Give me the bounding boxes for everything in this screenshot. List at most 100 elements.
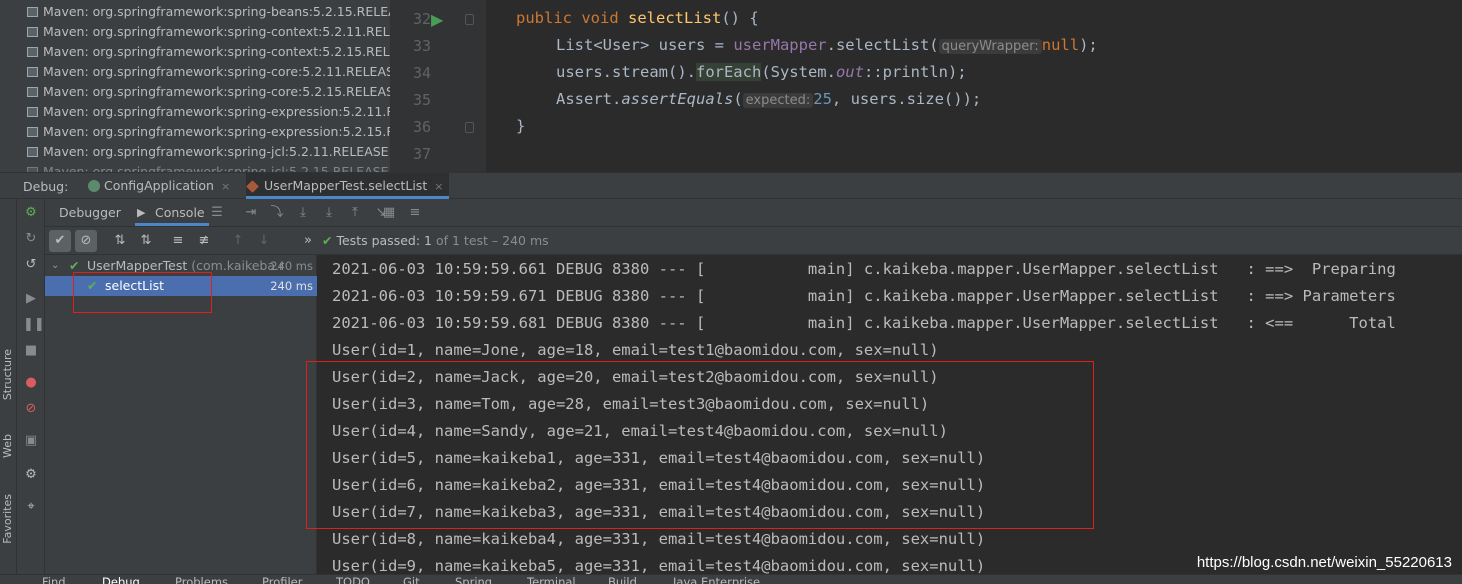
camera-icon[interactable]: ▣ — [23, 433, 39, 449]
close-icon[interactable]: × — [434, 180, 443, 193]
force-step-into-icon[interactable]: ⤓ — [321, 205, 337, 221]
close-icon[interactable]: × — [221, 180, 230, 193]
library-icon — [27, 87, 38, 97]
step-into-icon[interactable]: ⤓ — [295, 205, 311, 221]
library-icon — [27, 7, 38, 17]
settings-icon[interactable]: ⚙ — [23, 467, 39, 483]
left-tool-strip: Structure Web Favorites — [0, 199, 17, 574]
param-hint: expected: — [742, 93, 814, 108]
library-icon — [27, 47, 38, 57]
code-line-34: users.stream().forEach(System.out::print… — [556, 63, 967, 81]
pause-icon[interactable]: ❚❚ — [23, 317, 45, 333]
step-out-icon[interactable]: ⤒ — [347, 205, 363, 221]
tool-profiler[interactable]: Profiler — [262, 575, 303, 584]
library-item[interactable]: Maven: org.springframework:spring-contex… — [0, 42, 390, 62]
tab-console[interactable]: ▶ Console — [135, 199, 209, 226]
sort-alpha-icon[interactable]: ⇅ — [109, 230, 131, 252]
library-item[interactable]: Maven: org.springframework:spring-expres… — [0, 102, 390, 122]
line-number: 33 — [412, 37, 431, 55]
trace-icon[interactable]: ≡ — [407, 205, 423, 221]
view-breakpoints-icon[interactable]: ● — [23, 375, 39, 391]
debug-title: Debug: — [23, 179, 69, 194]
evaluate-expression-icon[interactable]: ▦ — [381, 205, 397, 221]
next-failed-icon[interactable]: ↓ — [253, 230, 275, 252]
previous-failed-icon[interactable]: ↑ — [227, 230, 249, 252]
bug-icon[interactable]: ⚙ — [23, 205, 39, 221]
tool-terminal[interactable]: Terminal — [527, 575, 576, 584]
annotation-box — [73, 272, 212, 313]
console-line: 2021-06-03 10:59:59.661 DEBUG 8380 --- [… — [332, 260, 1396, 278]
library-item[interactable]: Maven: org.springframework:spring-expres… — [0, 122, 390, 142]
console-line: User(id=8, name=kaikeba4, age=331, email… — [332, 530, 986, 548]
step-over-icon[interactable]: ⤵ — [269, 205, 285, 221]
web-tool-button[interactable]: Web — [1, 434, 14, 458]
stop-icon[interactable]: ■ — [23, 343, 39, 359]
junit-icon — [246, 180, 259, 193]
fold-marker-icon[interactable] — [465, 14, 474, 25]
pin-icon[interactable]: ⌖ — [23, 499, 39, 515]
console-line: User(id=1, name=Jone, age=18, email=test… — [332, 341, 939, 359]
tool-build[interactable]: Build — [608, 575, 637, 584]
debug-tool-window-header: Debug: ConfigApplication × UserMapperTest… — [0, 172, 1462, 199]
expand-all-icon[interactable]: ≡ — [167, 230, 189, 252]
mute-breakpoints-icon[interactable]: ⊘ — [23, 401, 39, 417]
tool-debug[interactable]: Debug — [102, 575, 140, 584]
rerun-icon[interactable]: ↻ — [23, 231, 39, 247]
tool-todo[interactable]: TODO — [336, 575, 370, 584]
library-icon — [27, 67, 38, 77]
console-icon: ▶ — [137, 206, 146, 219]
code-line-32: public void selectList() { — [516, 9, 759, 27]
tool-git[interactable]: Git — [403, 575, 420, 584]
tab-debugger[interactable]: Debugger — [59, 199, 121, 226]
show-execution-point-icon[interactable]: ⇥ — [243, 205, 259, 221]
structure-tool-button[interactable]: Structure — [1, 349, 14, 400]
library-icon — [27, 127, 38, 137]
debug-sub-tabs: Debugger ▶ Console ☰ ⇥ ⤵ ⤓ ⤓ ⤒ ↘ ▦ ≡ — [45, 199, 1462, 227]
sort-duration-icon[interactable]: ⇅ — [135, 230, 157, 252]
spring-boot-icon — [88, 180, 100, 192]
debug-actions-strip: ⚙ ↻ ↺ ▶ ❚❚ ■ ● ⊘ ▣ ⚙ ⌖ — [17, 199, 45, 574]
code-line-36: } — [516, 117, 526, 135]
show-ignored-icon[interactable]: ⊘ — [75, 230, 97, 252]
chevron-down-icon[interactable]: ⌄ — [51, 256, 59, 276]
library-item[interactable]: Maven: org.springframework:spring-contex… — [0, 22, 390, 42]
library-item[interactable]: Maven: org.springframework:spring-jcl:5.… — [0, 162, 390, 172]
line-number: 35 — [412, 91, 431, 109]
library-item[interactable]: Maven: org.springframework:spring-beans:… — [0, 2, 390, 22]
run-test-gutter-icon[interactable]: ▶ — [431, 10, 449, 29]
tool-java-enterprise[interactable]: Java Enterprise — [673, 575, 760, 584]
library-icon — [27, 147, 38, 157]
watermark: https://blog.csdn.net/weixin_55220613 — [1196, 554, 1452, 571]
line-number: 34 — [412, 64, 431, 82]
show-passed-icon[interactable]: ✔ — [49, 230, 71, 252]
bottom-tool-bar: Find Debug Problems Profiler TODO Git Sp… — [0, 574, 1462, 584]
tab-config-application[interactable]: ConfigApplication × — [86, 173, 230, 199]
test-runner-toolbar: ✔ ⊘ ⇅ ⇅ ≡ ≢ ↑ ↓ » ✔ Tests passed: 1 of 1 … — [45, 227, 1462, 255]
check-icon: ✔ — [322, 233, 333, 248]
code-line-35: Assert.assertEquals(expected: 25, users.s… — [556, 90, 982, 108]
param-hint: queryWrapper: — [938, 39, 1042, 54]
tool-problems[interactable]: Problems — [175, 575, 228, 584]
line-number: 32 — [412, 10, 431, 28]
annotation-box — [306, 361, 1094, 529]
tab-user-mapper-test[interactable]: UserMapperTest.selectList × — [246, 173, 450, 199]
restart-icon[interactable]: ↺ — [23, 257, 39, 273]
library-item[interactable]: Maven: org.springframework:spring-core:5… — [0, 62, 390, 82]
collapse-all-icon[interactable]: ≢ — [193, 230, 215, 252]
tool-find[interactable]: Find — [42, 575, 66, 584]
library-item[interactable]: Maven: org.springframework:spring-core:5… — [0, 82, 390, 102]
library-item[interactable]: Maven: org.springframework:spring-jcl:5.… — [0, 142, 390, 162]
console-line: 2021-06-03 10:59:59.671 DEBUG 8380 --- [… — [332, 287, 1396, 305]
favorites-tool-button[interactable]: Favorites — [1, 494, 14, 544]
more-icon[interactable]: » — [297, 230, 319, 252]
project-tree: Maven: org.springframework:spring-beans:… — [0, 0, 390, 172]
library-icon — [27, 107, 38, 117]
fold-marker-icon[interactable] — [465, 122, 474, 133]
resume-icon[interactable]: ▶ — [23, 291, 39, 307]
layout-icon[interactable]: ☰ — [209, 205, 225, 221]
tool-spring[interactable]: Spring — [455, 575, 492, 584]
test-status: ✔ Tests passed: 1 of 1 test – 240 ms — [322, 233, 549, 248]
code-editor[interactable]: public void selectList() { List<User> us… — [486, 0, 1462, 172]
line-number: 37 — [412, 145, 431, 163]
library-icon — [27, 27, 38, 37]
